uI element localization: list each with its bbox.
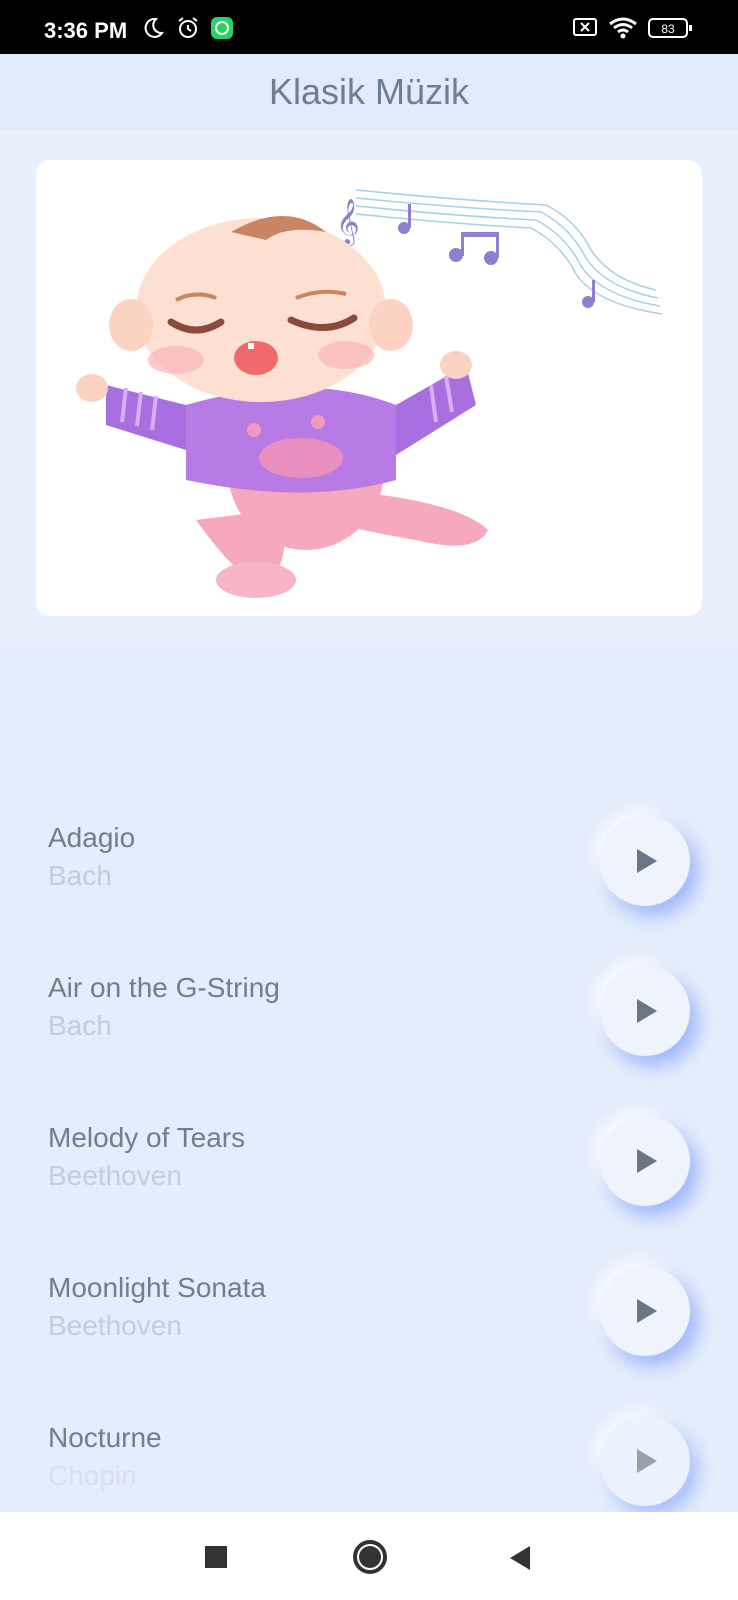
singing-baby-illustration: 𝄞: [76, 189, 663, 598]
song-artist: Beethoven: [48, 1160, 182, 1191]
home-icon[interactable]: [353, 1540, 387, 1574]
song-title: Moonlight Sonata: [48, 1272, 266, 1303]
status-time: 3:36 PM: [44, 18, 128, 43]
recents-icon[interactable]: [205, 1546, 227, 1568]
music-staff-icon: [355, 189, 663, 315]
song-artist: Chopin: [48, 1460, 137, 1491]
moon-icon: [142, 16, 165, 45]
play-button[interactable]: [600, 1116, 690, 1206]
play-button[interactable]: [600, 966, 690, 1056]
song-list: Adagio Bach Air on the G-String Bach Mel…: [0, 780, 738, 1530]
no-sim-icon: [572, 16, 598, 43]
back-icon[interactable]: [508, 1544, 532, 1577]
wifi-icon: [608, 16, 638, 45]
status-bar: 3:36 PM 83: [0, 0, 738, 54]
battery-level: 83: [661, 22, 675, 36]
list-item[interactable]: Air on the G-String Bach: [0, 930, 738, 1080]
hero-section: 𝄞: [0, 130, 738, 648]
play-icon: [637, 849, 657, 873]
list-item[interactable]: Melody of Tears Beethoven: [0, 1080, 738, 1230]
song-title: Melody of Tears: [48, 1122, 246, 1153]
alarm-icon: [176, 16, 200, 45]
play-button[interactable]: [600, 1266, 690, 1356]
play-button[interactable]: [600, 816, 690, 906]
play-icon: [637, 1149, 657, 1173]
battery-icon: 83: [648, 16, 694, 45]
hero-image: 𝄞: [36, 160, 702, 616]
song-title: Air on the G-String: [48, 972, 280, 1003]
list-item[interactable]: Moonlight Sonata Beethoven: [0, 1230, 738, 1380]
app-bar: Klasik Müzik: [0, 54, 738, 130]
song-title: Adagio: [48, 822, 136, 853]
song-title: Nocturne: [48, 1422, 162, 1453]
song-artist: Bach: [48, 1010, 112, 1041]
system-nav-bar: [0, 1512, 738, 1600]
play-button[interactable]: [600, 1416, 690, 1506]
list-item[interactable]: Adagio Bach: [0, 780, 738, 930]
whatsapp-icon: [210, 16, 234, 45]
song-artist: Beethoven: [48, 1310, 182, 1341]
play-icon: [637, 1449, 657, 1473]
list-item[interactable]: Nocturne Chopin: [0, 1380, 738, 1530]
play-icon: [637, 999, 657, 1023]
song-artist: Bach: [48, 860, 112, 891]
page-title: Klasik Müzik: [268, 71, 470, 112]
play-icon: [637, 1299, 657, 1323]
